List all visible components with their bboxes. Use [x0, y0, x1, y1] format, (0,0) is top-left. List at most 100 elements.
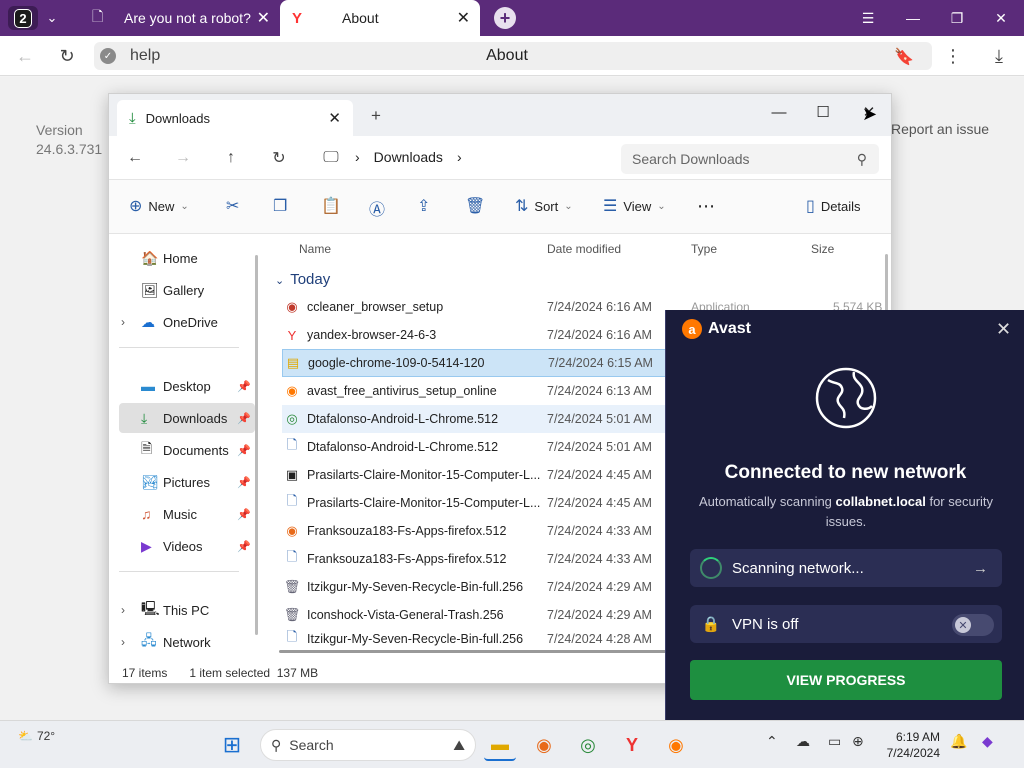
explorer-tab[interactable]: ⤓ Downloads ✕: [117, 100, 353, 136]
sidebar-label: Network: [163, 634, 211, 650]
report-issue-link[interactable]: Report an issue: [891, 121, 989, 137]
restore-button[interactable]: ❐: [934, 0, 980, 36]
chevron-right-icon[interactable]: ›: [121, 603, 125, 617]
details-button[interactable]: ▯ Details: [806, 196, 861, 216]
group-header-today[interactable]: ⌄ Today: [275, 271, 330, 288]
up-arrow-icon[interactable]: ↑: [219, 146, 243, 170]
rename-button[interactable]: Ⓐ: [369, 196, 385, 220]
weather-widget[interactable]: ⛅ 72°: [18, 729, 55, 743]
chevron-right-icon: ›: [456, 149, 462, 165]
monitor-icon[interactable]: 🖵: [319, 146, 343, 170]
refresh-icon[interactable]: ↻: [267, 146, 291, 170]
view-button[interactable]: ☰ View ⌄: [603, 196, 666, 216]
sidebar-item-downloads[interactable]: ⤓ Downloads 📌: [119, 403, 255, 433]
file-date: 7/24/2024 4:28 AM: [547, 632, 652, 646]
minimize-button[interactable]: —: [890, 0, 936, 36]
new-button[interactable]: ⊕ New ⌄: [129, 196, 189, 216]
chevron-down-icon[interactable]: ⌄: [40, 6, 64, 30]
forward-arrow-icon[interactable]: →: [171, 146, 195, 170]
horizontal-scrollbar[interactable]: [279, 650, 669, 653]
sidebar-item-network[interactable]: › 🖧 Network: [119, 627, 255, 657]
sidebar-label: OneDrive: [163, 314, 218, 330]
globe-network-icon[interactable]: ⊕: [852, 733, 864, 750]
new-tab-button[interactable]: +: [494, 7, 516, 29]
avast-notification: a Avast ✕ Connected to new network Automa…: [665, 310, 1024, 720]
breadcrumb[interactable]: › Downloads ›: [355, 149, 462, 165]
sidebar-label: Home: [163, 250, 198, 266]
more-options-icon[interactable]: ⋯: [697, 196, 715, 217]
explorer-search-input[interactable]: Search Downloads ⚲: [621, 144, 879, 174]
cut-button[interactable]: ✂: [226, 196, 239, 216]
more-menu-icon[interactable]: ⋮: [940, 44, 966, 68]
yandex-taskbar-icon[interactable]: Y: [616, 729, 648, 761]
file-icon: 🗋: [286, 493, 298, 508]
pin-icon: 📌: [237, 380, 251, 393]
chevron-right-icon[interactable]: ›: [121, 315, 125, 329]
file-explorer-taskbar-icon[interactable]: ▬: [484, 729, 516, 761]
omnibox[interactable]: ✓ help About 🔖: [94, 42, 932, 70]
chevron-down-icon: ⌄: [275, 275, 285, 287]
taskbar-search[interactable]: ⚲ Search ⛰: [260, 729, 476, 761]
file-name: Itzikgur-My-Seven-Recycle-Bin-full.256: [307, 580, 524, 594]
start-button[interactable]: ⊞: [216, 729, 248, 761]
sidebar-item-gallery[interactable]: 🖼 Gallery: [119, 275, 255, 305]
copilot-icon[interactable]: ◆: [982, 733, 993, 750]
sidebar-item-music[interactable]: ♫ Music 📌: [119, 499, 255, 529]
tab-robot-check[interactable]: 🗋 Are you not a robot? ✕: [80, 0, 280, 36]
close-tab-icon[interactable]: ✕: [257, 8, 270, 28]
downloads-icon[interactable]: ⤓: [986, 44, 1012, 68]
copy-button[interactable]: ❐: [273, 196, 287, 216]
firefox-taskbar-icon[interactable]: ◉: [528, 729, 560, 761]
column-size[interactable]: Size: [811, 242, 834, 256]
sidebar-item-thispc[interactable]: › 🖳 This PC: [119, 595, 255, 625]
paste-button[interactable]: 📋: [321, 196, 341, 216]
back-arrow-icon[interactable]: ←: [123, 146, 147, 170]
sidebar-item-documents[interactable]: 🗎 Documents 📌: [119, 435, 255, 465]
close-icon[interactable]: ✕: [996, 319, 1011, 340]
sidebar-item-videos[interactable]: ▶ Videos 📌: [119, 531, 255, 561]
sidebar-item-home[interactable]: 🏠 Home: [119, 243, 255, 273]
back-button[interactable]: ←: [12, 44, 38, 68]
cloud-sun-icon: ⛅: [18, 729, 33, 743]
scanning-network-row[interactable]: Scanning network... →: [690, 549, 1002, 587]
file-name: google-chrome-109-0-5414-120: [308, 356, 485, 370]
firefox-icon: ◉: [286, 523, 298, 538]
vpn-toggle[interactable]: ✕: [952, 614, 994, 636]
delete-button[interactable]: 🗑: [465, 196, 485, 216]
minimize-button[interactable]: —: [757, 98, 801, 126]
globe-icon: [815, 367, 877, 429]
menu-icon[interactable]: ☰: [845, 0, 891, 36]
tab-about[interactable]: Y About ✕: [280, 0, 480, 36]
chevron-up-icon[interactable]: ⌃: [766, 733, 778, 750]
bookmark-icon[interactable]: 🔖: [894, 47, 914, 67]
close-tab-icon[interactable]: ✕: [457, 8, 470, 28]
new-tab-button[interactable]: +: [371, 106, 381, 126]
chrome-taskbar-icon[interactable]: ◎: [572, 729, 604, 761]
sidebar-item-pictures[interactable]: 🏞 Pictures 📌: [119, 467, 255, 497]
column-type[interactable]: Type: [691, 242, 717, 256]
close-tab-icon[interactable]: ✕: [328, 109, 341, 127]
sort-button[interactable]: ⇅ Sort ⌄: [515, 196, 573, 216]
sidebar-item-onedrive[interactable]: › ☁ OneDrive: [119, 307, 255, 337]
bell-icon[interactable]: 🔔: [950, 733, 967, 750]
file-name: avast_free_antivirus_setup_online: [307, 384, 497, 398]
column-date[interactable]: Date modified: [547, 242, 621, 256]
sidebar-label: Downloads: [163, 410, 228, 426]
desktop-icon: ▬: [141, 378, 155, 394]
column-name[interactable]: Name: [299, 242, 331, 256]
clock[interactable]: 6:19 AM 7/24/2024: [876, 729, 940, 761]
file-date: 7/24/2024 4:45 AM: [547, 468, 652, 482]
cloud-off-icon[interactable]: ☁: [796, 733, 810, 750]
reload-button[interactable]: ↻: [54, 44, 80, 68]
breadcrumb-downloads[interactable]: Downloads: [374, 149, 443, 165]
display-icon[interactable]: ▭: [828, 733, 841, 750]
avast-taskbar-icon[interactable]: ◉: [660, 729, 692, 761]
tab-counter-button[interactable]: 2: [8, 6, 38, 30]
share-button[interactable]: ⇪: [417, 196, 430, 216]
close-window-button[interactable]: ✕: [978, 0, 1024, 36]
sidebar-item-desktop[interactable]: ▬ Desktop 📌: [119, 371, 255, 401]
maximize-button[interactable]: ☐: [801, 98, 845, 126]
sidebar-scrollbar[interactable]: [255, 255, 258, 635]
view-progress-button[interactable]: VIEW PROGRESS: [690, 660, 1002, 700]
chevron-right-icon[interactable]: ›: [121, 635, 125, 649]
